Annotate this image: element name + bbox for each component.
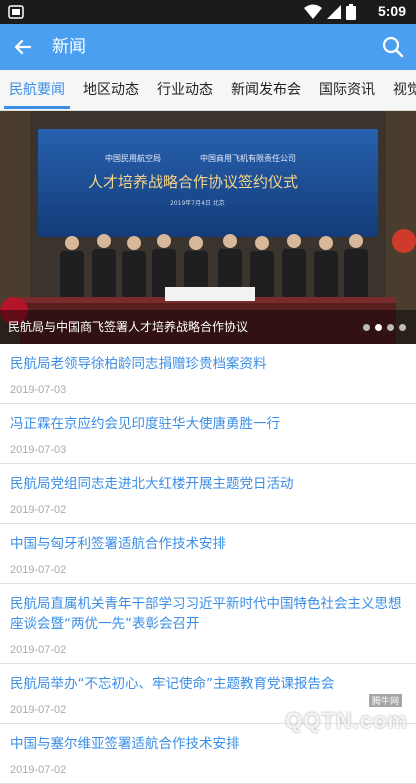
status-time: 5:09 — [377, 3, 406, 19]
site-watermark: 腾牛网 QQTN.com — [248, 694, 408, 734]
watermark-logo: QQTN.com — [285, 708, 408, 733]
carousel-indicator — [363, 324, 406, 331]
news-item[interactable]: 民航局党组同志走进北大红楼开展主题党日活动 2019-07-02 — [0, 464, 416, 524]
backdrop-date: 2019年7月4日 北京 — [170, 199, 225, 207]
search-icon[interactable] — [380, 34, 406, 60]
news-item[interactable]: 民航局直属机关青年干部学习习近平新时代中国特色社会主义思想座谈会暨“两优一先”表… — [0, 584, 416, 664]
watermark-small-label: 腾牛网 — [368, 694, 402, 707]
back-arrow-icon[interactable] — [10, 34, 36, 60]
news-date: 2019-07-02 — [10, 504, 67, 516]
tab-label: 地区动态 — [83, 82, 139, 98]
tab-guoji-zixun[interactable]: 国际资讯 — [310, 70, 384, 110]
tab-label: 新闻发布会 — [231, 82, 301, 98]
carousel-dot — [363, 324, 370, 331]
carousel-dot — [387, 324, 394, 331]
news-title: 中国与匈牙利签署适航合作技术安排 — [10, 536, 226, 552]
news-date: 2019-07-02 — [10, 564, 67, 576]
news-date: 2019-07-02 — [10, 764, 67, 776]
battery-icon — [346, 4, 356, 20]
category-tabs: 民航要闻 地区动态 行业动态 新闻发布会 国际资讯 视觉 — [0, 70, 416, 111]
news-date: 2019-07-03 — [10, 384, 67, 396]
tab-label: 民航要闻 — [9, 82, 65, 98]
news-item[interactable]: 中国与匈牙利签署适航合作技术安排 2019-07-02 — [0, 524, 416, 584]
backdrop-org-left: 中国民用航空局 — [105, 153, 161, 163]
tab-label: 国际资讯 — [319, 82, 375, 98]
wifi-icon — [304, 4, 322, 19]
news-title: 民航局党组同志走进北大红楼开展主题党日活动 — [10, 476, 294, 492]
status-icons — [304, 4, 356, 20]
news-title: 民航局举办“不忘初心、牢记使命”主题教育党课报告会 — [10, 676, 335, 692]
news-item[interactable]: 民航局老领导徐柏龄同志捐赠珍贵档案资料 2019-07-03 — [0, 344, 416, 404]
page-title: 新闻 — [52, 37, 86, 57]
tab-minhang-yaowen[interactable]: 民航要闻 — [0, 70, 74, 110]
tab-xinwen-fabuhui[interactable]: 新闻发布会 — [222, 70, 310, 110]
headline-carousel[interactable]: 中国民用航空局 中国商用飞机有限责任公司 人才培养战略合作协议签约仪式 2019… — [0, 111, 416, 344]
news-date: 2019-07-02 — [10, 644, 67, 656]
carousel-dot — [399, 324, 406, 331]
banner-caption: 民航局与中国商飞签署人才培养战略合作协议 — [8, 320, 249, 334]
news-date: 2019-07-03 — [10, 444, 67, 456]
tab-label: 视觉 — [393, 82, 416, 98]
news-title: 民航局老领导徐柏龄同志捐赠珍贵档案资料 — [10, 356, 267, 372]
news-title: 民航局直属机关青年干部学习习近平新时代中国特色社会主义思想座谈会暨“两优一先”表… — [10, 596, 402, 632]
tab-shijue[interactable]: 视觉 — [384, 70, 416, 110]
notification-icon — [8, 5, 24, 19]
signal-icon — [327, 5, 341, 19]
tab-diqu-dongtai[interactable]: 地区动态 — [74, 70, 148, 110]
app-bar: 新闻 — [0, 24, 416, 70]
backdrop-title: 人才培养战略合作协议签约仪式 — [88, 173, 298, 191]
news-item[interactable]: 冯正霖在京应约会见印度驻华大使唐勇胜一行 2019-07-03 — [0, 404, 416, 464]
carousel-dot-active — [375, 324, 382, 331]
tab-label: 行业动态 — [157, 82, 213, 98]
backdrop-org-right: 中国商用飞机有限责任公司 — [200, 153, 296, 163]
status-bar: 5:09 — [0, 0, 416, 24]
news-title: 中国与塞尔维亚签署适航合作技术安排 — [10, 736, 240, 752]
news-title: 冯正霖在京应约会见印度驻华大使唐勇胜一行 — [10, 416, 280, 432]
tab-hangye-dongtai[interactable]: 行业动态 — [148, 70, 222, 110]
